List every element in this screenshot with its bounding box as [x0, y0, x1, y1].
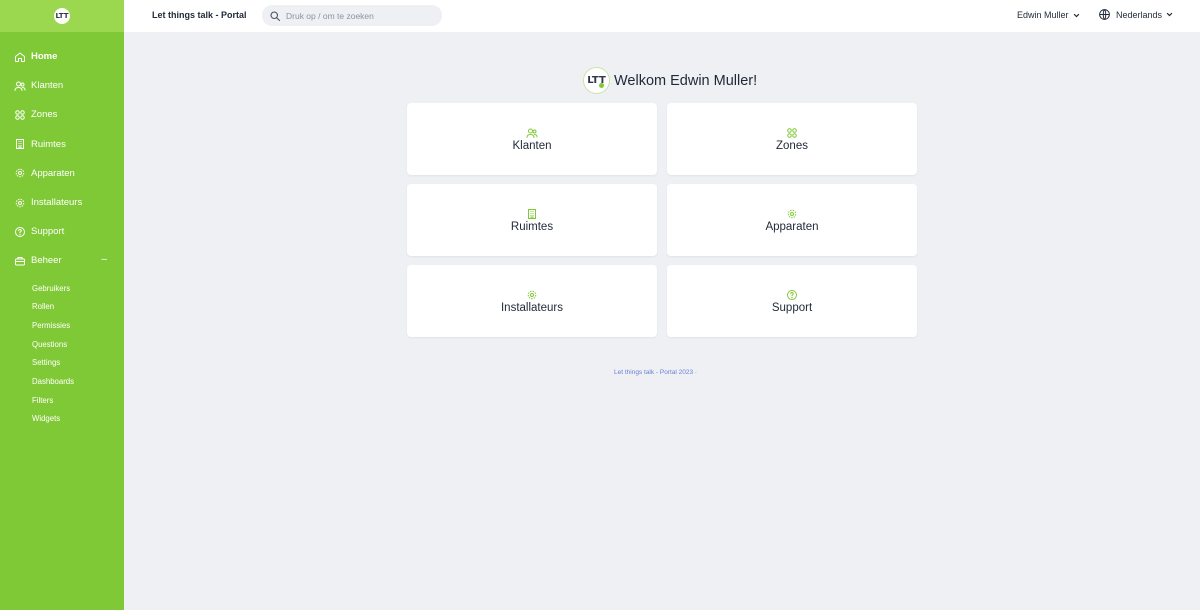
sidebar-item-apparaten[interactable]: Apparaten: [0, 159, 124, 188]
cog-icon: [15, 198, 25, 207]
card-klanten[interactable]: Klanten: [407, 103, 657, 175]
cog-icon: [527, 290, 537, 299]
page-title: Let things talk - Portal: [152, 10, 247, 20]
welcome-text: Welkom Edwin Muller!: [614, 72, 758, 89]
card-installateurs[interactable]: Installateurs: [407, 265, 657, 337]
cog-icon: [787, 209, 797, 218]
card-label: Support: [771, 301, 813, 314]
chevron-down-icon: [1073, 13, 1079, 17]
sidebar-item-label: Home: [31, 51, 58, 63]
user-name: Edwin Muller: [1017, 10, 1069, 20]
card-label: Apparaten: [765, 220, 819, 233]
sidebar-item-label: Apparaten: [31, 167, 75, 179]
sidebar-item-zones[interactable]: Zones: [0, 100, 124, 129]
sidebar-item-beheer[interactable]: Beheer –: [0, 246, 124, 275]
sidebar-subitem-settings[interactable]: Settings: [0, 354, 124, 373]
sidebar-item-installateurs[interactable]: Installateurs: [0, 188, 124, 217]
card-label: Installateurs: [500, 301, 563, 314]
user-menu[interactable]: Edwin Muller: [1017, 10, 1080, 20]
sidebar-logo-bar: LTT: [0, 0, 124, 32]
home-icon: [15, 52, 25, 62]
logo-dot: [599, 83, 604, 88]
card-ruimtes[interactable]: Ruimtes: [407, 184, 657, 256]
globe-icon: [1099, 9, 1110, 20]
brand-logo: LTT: [583, 67, 610, 94]
chevron-down-icon: [1166, 12, 1173, 17]
sidebar: LTT Home Klanten Zones Ruimtes Apparaten…: [0, 0, 124, 610]
building-icon: [16, 139, 24, 150]
footer-text[interactable]: Let things talk - Portal 2023 ·: [614, 369, 697, 376]
search-input[interactable]: Druk op / om te zoeken: [262, 5, 442, 26]
card-zones[interactable]: Zones: [667, 103, 917, 175]
briefcase-icon: [15, 256, 25, 266]
sidebar-subitem-rollen[interactable]: Rollen: [0, 298, 124, 317]
search-placeholder: Druk op / om te zoeken: [286, 10, 374, 21]
sidebar-subnav-beheer: Gebruikers Rollen Permissies Questions S…: [0, 276, 124, 430]
cog-icon: [15, 169, 25, 178]
sidebar-item-label: Beheer: [31, 255, 62, 267]
top-header: Let things talk - Portal Druk op / om te…: [124, 0, 1200, 32]
card-support[interactable]: Support: [667, 265, 917, 337]
sidebar-subitem-questions[interactable]: Questions: [0, 336, 124, 355]
sidebar-subitem-dashboards[interactable]: Dashboards: [0, 373, 124, 392]
sidebar-subitem-permissies[interactable]: Permissies: [0, 317, 124, 336]
sidebar-item-label: Support: [31, 226, 65, 238]
welcome-heading: LTT Welkom Edwin Muller!: [583, 67, 757, 94]
card-label: Klanten: [512, 139, 552, 152]
card-label: Zones: [776, 139, 808, 152]
language-label: Nederlands: [1116, 9, 1163, 20]
sidebar-item-ruimtes[interactable]: Ruimtes: [0, 130, 124, 159]
grid-icon: [15, 110, 25, 120]
sidebar-item-label: Ruimtes: [31, 138, 66, 150]
grid-icon: [787, 127, 797, 138]
collapse-icon[interactable]: –: [101, 254, 107, 265]
sidebar-item-label: Zones: [31, 109, 58, 121]
search-icon: [270, 10, 281, 21]
users-icon: [14, 81, 26, 91]
card-label: Ruimtes: [510, 220, 554, 233]
sidebar-item-label: Klanten: [31, 80, 64, 92]
sidebar-subitem-widgets[interactable]: Widgets: [0, 410, 124, 429]
sidebar-subitem-filters[interactable]: Filters: [0, 392, 124, 411]
sidebar-item-support[interactable]: Support: [0, 217, 124, 246]
sidebar-nav: Home Klanten Zones Ruimtes Apparaten Ins…: [0, 32, 124, 429]
brand-logo[interactable]: LTT: [54, 8, 70, 24]
sidebar-item-home[interactable]: Home: [0, 42, 124, 71]
sidebar-subitem-gebruikers[interactable]: Gebruikers: [0, 280, 124, 299]
help-icon: [15, 226, 25, 237]
help-icon: [787, 289, 797, 300]
sidebar-item-klanten[interactable]: Klanten: [0, 71, 124, 100]
sidebar-item-label: Installateurs: [31, 197, 83, 209]
card-apparaten[interactable]: Apparaten: [667, 184, 917, 256]
language-menu[interactable]: Nederlands: [1098, 8, 1173, 21]
building-icon: [528, 208, 536, 219]
users-icon: [526, 128, 538, 138]
